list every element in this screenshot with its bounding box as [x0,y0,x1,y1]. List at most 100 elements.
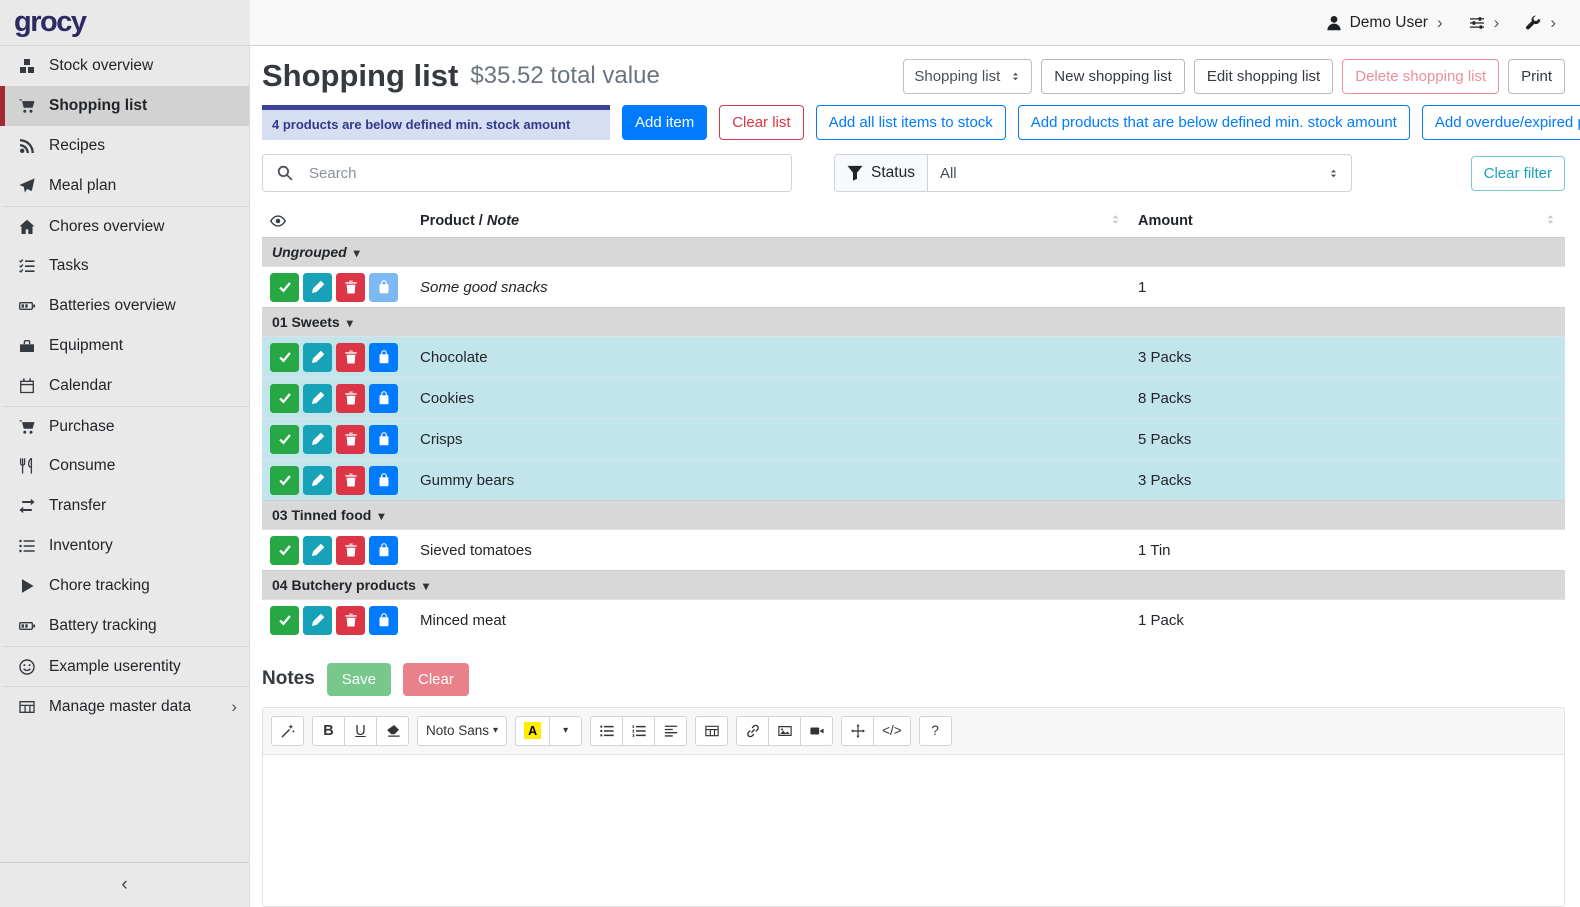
group-header-row[interactable]: 03 Tinned food▾ [262,501,1565,530]
delete-item-button[interactable] [336,343,365,372]
insert-table-button[interactable] [695,716,728,746]
delete-item-button[interactable] [336,273,365,302]
sidebar-item-chore-tracking[interactable]: Chore tracking [0,566,249,606]
eye-icon[interactable] [270,213,404,229]
sidebar-item-battery-tracking[interactable]: Battery tracking [0,606,249,646]
status-select[interactable]: All [928,155,1351,191]
insert-video-button[interactable] [800,716,833,746]
add-to-stock-button[interactable] [369,384,398,413]
sidebar-item-batteries-overview[interactable]: Batteries overview [0,286,249,326]
group-header-row[interactable]: 04 Butchery products▾ [262,571,1565,600]
delete-item-button[interactable] [336,466,365,495]
highlight-color-button[interactable]: A [515,716,550,746]
mark-done-button[interactable] [270,606,299,635]
add-below-min-stock-button[interactable]: Add products that are below defined min.… [1018,105,1410,140]
grocy-logo[interactable]: grocy [14,6,85,39]
add-to-stock-button[interactable] [369,466,398,495]
magic-style-button[interactable] [271,716,304,746]
notes-text-area[interactable] [263,755,1564,907]
add-to-stock-button[interactable] [369,536,398,565]
bold-button[interactable]: B [312,716,345,746]
unordered-list-button[interactable] [590,716,623,746]
fullscreen-button[interactable] [841,716,874,746]
sidebar-item-inventory[interactable]: Inventory [0,526,249,566]
min-stock-alert[interactable]: 4 products are below defined min. stock … [262,105,610,140]
sidebar-item-shopping-list[interactable]: Shopping list [0,86,249,126]
group-header-row[interactable]: Ungrouped▾ [262,238,1565,267]
font-family-button[interactable]: Noto Sans▾ [417,716,507,746]
mark-done-button[interactable] [270,466,299,495]
add-overdue-button[interactable]: Add overdue/expired products [1422,105,1580,140]
sidebar-collapse-button[interactable]: ‹ [0,862,249,907]
delete-shopping-list-button[interactable]: Delete shopping list [1342,59,1499,94]
sidebar-item-label: Recipes [49,137,105,155]
print-button[interactable]: Print [1508,59,1565,94]
sidebar-item-equipment[interactable]: Equipment [0,326,249,366]
edit-shopping-list-button[interactable]: Edit shopping list [1194,59,1333,94]
insert-link-button[interactable] [736,716,769,746]
add-to-stock-button[interactable] [369,425,398,454]
ordered-list-button[interactable] [622,716,655,746]
sidebar-item-manage-master-data[interactable]: Manage master data› [0,686,249,726]
sort-icon[interactable] [1109,213,1122,226]
sort-icon[interactable] [1544,213,1557,226]
code-view-button[interactable]: </> [873,716,911,746]
admin-menu[interactable]: › [1525,14,1556,31]
edit-item-button[interactable] [303,343,332,372]
underline-button[interactable]: U [344,716,377,746]
settings-menu[interactable]: › [1469,14,1500,31]
sidebar-item-example-userentity[interactable]: Example userentity [0,646,249,686]
sidebar-item-calendar[interactable]: Calendar [0,366,249,406]
add-all-to-stock-button[interactable]: Add all list items to stock [816,105,1006,140]
edit-item-button[interactable] [303,425,332,454]
search-input[interactable] [307,155,791,191]
edit-item-button[interactable] [303,606,332,635]
clear-formatting-button[interactable] [376,716,409,746]
delete-item-button[interactable] [336,425,365,454]
sidebar-item-chores-overview[interactable]: Chores overview [0,206,249,246]
amount-column-header[interactable]: Amount [1130,205,1565,238]
smiley-icon [17,659,37,675]
add-to-stock-button[interactable] [369,606,398,635]
edit-item-button[interactable] [303,536,332,565]
insert-picture-button[interactable] [768,716,801,746]
mark-done-button[interactable] [270,343,299,372]
delete-item-button[interactable] [336,536,365,565]
item-amount: 3 Packs [1130,460,1565,501]
add-to-stock-button[interactable] [369,273,398,302]
sidebar-item-recipes[interactable]: Recipes [0,126,249,166]
mark-done-button[interactable] [270,384,299,413]
delete-item-button[interactable] [336,384,365,413]
notes-clear-button[interactable]: Clear [403,663,469,696]
mark-done-button[interactable] [270,273,299,302]
sidebar-item-transfer[interactable]: Transfer [0,486,249,526]
edit-item-button[interactable] [303,273,332,302]
add-to-stock-button[interactable] [369,343,398,372]
paragraph-align-button[interactable] [654,716,687,746]
product-column-header[interactable]: Product / Note [412,205,1130,238]
mark-done-button[interactable] [270,536,299,565]
mark-done-button[interactable] [270,425,299,454]
clear-list-button[interactable]: Clear list [719,105,803,140]
highlight-color-dropdown[interactable]: ▾ [549,716,582,746]
shopping-list-select[interactable]: Shopping list [903,59,1032,94]
clear-filter-button[interactable]: Clear filter [1471,156,1565,191]
edit-item-button[interactable] [303,384,332,413]
user-menu[interactable]: Demo User › [1326,14,1443,32]
video-icon [810,724,824,738]
delete-item-button[interactable] [336,606,365,635]
table-row: Some good snacks 1 [262,267,1565,308]
sidebar-item-consume[interactable]: Consume [0,446,249,486]
sidebar-item-tasks[interactable]: Tasks [0,246,249,286]
notes-save-button[interactable]: Save [327,663,391,696]
blog-icon [17,138,37,154]
sidebar-item-meal-plan[interactable]: Meal plan [0,166,249,206]
group-header-row[interactable]: 01 Sweets▾ [262,308,1565,337]
shopping-list-select-value: Shopping list [914,68,1000,85]
add-item-button[interactable]: Add item [622,105,707,140]
help-button[interactable]: ? [919,716,952,746]
new-shopping-list-button[interactable]: New shopping list [1041,59,1185,94]
sidebar-item-purchase[interactable]: Purchase [0,406,249,446]
edit-item-button[interactable] [303,466,332,495]
sidebar-item-stock-overview[interactable]: Stock overview [0,46,249,86]
